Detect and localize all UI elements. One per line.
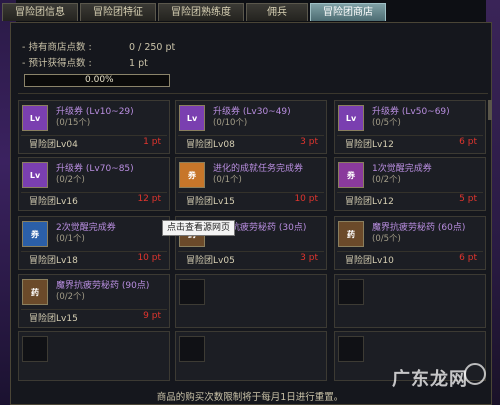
tab-adventure-traits[interactable]: 冒险团特征 [80,3,156,21]
held-points-value: 0 / 250 pt [129,42,176,53]
held-points-label: - 持有商店点数 : [22,42,92,53]
reset-notice: 商品的购买次数限制将于每月1日进行重置。 [156,392,344,403]
item-price: 12 pt [137,194,161,204]
awakening-ticket-icon: 券 [338,162,364,188]
item-purchase-count: (0/2个) [56,292,85,302]
tab-mercenary[interactable]: 佣兵 [246,3,308,21]
item-purchase-count: (0/5个) [372,118,401,128]
level-up-ticket-icon: Lv [22,105,48,131]
awakening-ticket-icon: 券 [22,221,48,247]
item-required-level: 冒险团Lv04 [29,140,78,150]
tab-bar: 冒险团信息 冒险团特征 冒险团熟练度 佣兵 冒险团商店 [2,3,386,23]
empty-item-slot [175,331,327,381]
item-required-level: 冒险团Lv08 [186,140,235,150]
tab-adventure-shop[interactable]: 冒险团商店 [310,3,386,21]
shop-item-slot[interactable]: Lv 升级券 (Lv30~49) (0/10个) 冒险团Lv08 3 pt [175,100,327,154]
shop-item-slot[interactable]: Lv 升级券 (Lv70~85) (0/2个) 冒险团Lv16 12 pt [18,157,170,211]
slot-divider [178,192,324,193]
points-info: - 持有商店点数 : 0 / 250 pt - 预计获得点数 : 1 pt [22,40,175,72]
item-required-level: 冒险团Lv16 [29,197,78,207]
item-purchase-count: (0/2个) [372,175,401,185]
item-price: 10 pt [137,253,161,263]
expected-points-label: - 预计获得点数 : [22,58,92,69]
shop-item-slot[interactable]: 药魔界抗疲劳秘药 (90点) (0/2个) 冒险团Lv15 9 pt [18,274,170,328]
item-price: 6 pt [459,137,477,147]
empty-icon-frame [179,279,205,305]
slot-divider [178,251,324,252]
quest-complete-ticket-icon: 券 [179,162,205,188]
empty-icon-frame [22,336,48,362]
empty-item-slot [334,274,486,328]
tooltip: 点击查看源网页 [162,220,236,236]
item-price: 3 pt [300,253,318,263]
empty-icon-frame [338,336,364,362]
shop-item-slot[interactable]: Lv 升级券 (Lv50~69) (0/5个) 冒险团Lv12 6 pt [334,100,486,154]
item-price: 5 pt [459,194,477,204]
item-price: 6 pt [459,253,477,263]
slot-divider [21,192,167,193]
potion-icon: 药 [338,221,364,247]
item-purchase-count: (0/1个) [56,234,85,244]
item-required-level: 冒险团Lv12 [345,140,394,150]
item-price: 9 pt [143,311,161,321]
item-required-level: 冒险团Lv15 [29,314,78,324]
level-up-ticket-icon: Lv [22,162,48,188]
slot-divider [337,135,483,136]
level-up-ticket-icon: Lv [179,105,205,131]
item-required-level: 冒险团Lv12 [345,197,394,207]
slot-divider [178,135,324,136]
scrollbar-thumb[interactable] [488,100,492,120]
potion-icon: 药 [22,279,48,305]
item-required-level: 冒险团Lv05 [186,256,235,266]
divider [18,93,488,94]
shop-item-slot[interactable]: 药魔界抗疲劳秘药 (60点) (0/5个) 冒险团Lv10 6 pt [334,216,486,270]
item-purchase-count: (0/5个) [372,234,401,244]
slot-divider [337,192,483,193]
watermark-logo [464,363,486,385]
shop-item-slot[interactable]: 券 2次觉醒完成券 (0/1个) 冒险团Lv18 10 pt [18,216,170,270]
empty-icon-frame [338,279,364,305]
shop-item-slot[interactable]: 券进化的成就任务完成券 (0/1个) 冒险团Lv15 10 pt [175,157,327,211]
empty-icon-frame [179,336,205,362]
slot-divider [21,309,167,310]
item-required-level: 冒险团Lv10 [345,256,394,266]
points-progress-bar: 0.00% [24,74,170,87]
progress-text: 0.00% [85,75,114,85]
empty-item-slot [18,331,170,381]
empty-item-slot [175,274,327,328]
expected-points-value: 1 pt [129,58,148,69]
shop-item-slot[interactable]: 券 1次觉醒完成券 (0/2个) 冒险团Lv12 5 pt [334,157,486,211]
item-price: 1 pt [143,137,161,147]
item-price: 10 pt [294,194,318,204]
tab-adventure-info[interactable]: 冒险团信息 [2,3,78,21]
item-purchase-count: (0/2个) [56,175,85,185]
item-purchase-count: (0/15个) [56,118,91,128]
slot-divider [21,251,167,252]
item-purchase-count: (0/1个) [213,175,242,185]
slot-divider [337,251,483,252]
slot-divider [21,135,167,136]
item-purchase-count: (0/10个) [213,118,248,128]
item-required-level: 冒险团Lv15 [186,197,235,207]
tab-adventure-proficiency[interactable]: 冒险团熟练度 [158,3,244,21]
item-required-level: 冒险团Lv18 [29,256,78,266]
watermark: 广东龙网 [392,369,468,390]
shop-item-slot[interactable]: Lv 升级券 (Lv10~29) (0/15个) 冒险团Lv04 1 pt [18,100,170,154]
item-price: 3 pt [300,137,318,147]
level-up-ticket-icon: Lv [338,105,364,131]
